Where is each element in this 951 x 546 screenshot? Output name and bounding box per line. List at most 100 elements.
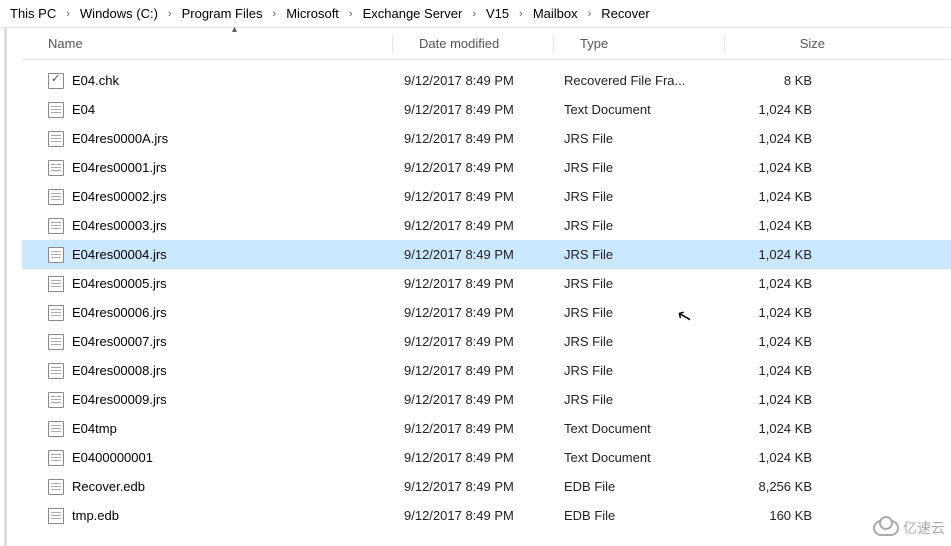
file-name-cell[interactable]: E04res00009.jrs bbox=[22, 392, 392, 408]
file-date-cell: 9/12/2017 8:49 PM bbox=[392, 189, 552, 204]
file-listing: ▴ Name Date modified Type Size E04.chk 9/… bbox=[22, 28, 951, 546]
breadcrumb-item[interactable]: Program Files bbox=[178, 4, 267, 23]
file-name-cell[interactable]: E04 bbox=[22, 102, 392, 118]
file-size-cell: 1,024 KB bbox=[722, 247, 832, 262]
breadcrumb-item[interactable]: Windows (C:) bbox=[76, 4, 162, 23]
file-name-label: E04res00009.jrs bbox=[72, 392, 167, 407]
watermark-text: 亿速云 bbox=[903, 518, 945, 538]
file-name-cell[interactable]: Recover.edb bbox=[22, 479, 392, 495]
file-type-cell: JRS File bbox=[552, 276, 722, 291]
file-size-cell: 1,024 KB bbox=[722, 363, 832, 378]
column-header-size[interactable]: Size bbox=[725, 36, 835, 51]
file-name-label: E04tmp bbox=[72, 421, 117, 436]
document-file-icon bbox=[48, 421, 64, 437]
file-type-cell: JRS File bbox=[552, 305, 722, 320]
file-row[interactable]: E04res00006.jrs 9/12/2017 8:49 PMJRS File… bbox=[22, 298, 951, 327]
column-header-name[interactable]: Name bbox=[22, 36, 392, 51]
file-size-cell: 1,024 KB bbox=[722, 102, 832, 117]
file-name-label: E04res00006.jrs bbox=[72, 305, 167, 320]
breadcrumb-item[interactable]: V15 bbox=[482, 4, 513, 23]
file-row[interactable]: E04res00002.jrs 9/12/2017 8:49 PMJRS File… bbox=[22, 182, 951, 211]
breadcrumb-item[interactable]: Microsoft bbox=[282, 4, 343, 23]
file-date-cell: 9/12/2017 8:49 PM bbox=[392, 450, 552, 465]
file-name-cell[interactable]: E04res00008.jrs bbox=[22, 363, 392, 379]
file-size-cell: 1,024 KB bbox=[722, 334, 832, 349]
file-name-label: E04res0000A.jrs bbox=[72, 131, 168, 146]
chevron-right-icon: › bbox=[343, 8, 359, 20]
file-name-cell[interactable]: E04res00001.jrs bbox=[22, 160, 392, 176]
column-header-row: ▴ Name Date modified Type Size bbox=[22, 28, 951, 60]
file-name-cell[interactable]: E0400000001 bbox=[22, 450, 392, 466]
chk-file-icon bbox=[48, 73, 64, 89]
file-date-cell: 9/12/2017 8:49 PM bbox=[392, 305, 552, 320]
file-row[interactable]: E04.chk9/12/2017 8:49 PMRecovered File F… bbox=[22, 66, 951, 95]
file-row[interactable]: E04tmp9/12/2017 8:49 PMText Document1,02… bbox=[22, 414, 951, 443]
file-row[interactable]: E04res00003.jrs9/12/2017 8:49 PMJRS File… bbox=[22, 211, 951, 240]
column-header-date[interactable]: Date modified bbox=[393, 36, 553, 51]
file-row[interactable]: E04res0000A.jrs 9/12/2017 8:49 PMJRS File… bbox=[22, 124, 951, 153]
file-row[interactable]: E049/12/2017 8:49 PMText Document1,024 K… bbox=[22, 95, 951, 124]
file-date-cell: 9/12/2017 8:49 PM bbox=[392, 131, 552, 146]
file-name-cell[interactable]: E04res0000A.jrs bbox=[22, 131, 392, 147]
file-name-cell[interactable]: E04res00002.jrs bbox=[22, 189, 392, 205]
file-date-cell: 9/12/2017 8:49 PM bbox=[392, 421, 552, 436]
file-row[interactable]: E04res00008.jrs9/12/2017 8:49 PMJRS File… bbox=[22, 356, 951, 385]
file-row[interactable]: E04res00009.jrs 9/12/2017 8:49 PMJRS File… bbox=[22, 385, 951, 414]
document-file-icon bbox=[48, 247, 64, 263]
file-name-cell[interactable]: E04res00003.jrs bbox=[22, 218, 392, 234]
file-row[interactable]: E04000000019/12/2017 8:49 PMText Documen… bbox=[22, 443, 951, 472]
breadcrumb-item[interactable]: Recover bbox=[597, 4, 653, 23]
scrollbar-gutter[interactable] bbox=[0, 28, 22, 546]
file-type-cell: JRS File bbox=[552, 334, 722, 349]
file-name-cell[interactable]: E04.chk bbox=[22, 73, 392, 89]
file-name-cell[interactable]: tmp.edb bbox=[22, 508, 392, 524]
document-file-icon bbox=[48, 189, 64, 205]
file-date-cell: 9/12/2017 8:49 PM bbox=[392, 363, 552, 378]
file-name-label: E04res00002.jrs bbox=[72, 189, 167, 204]
file-row[interactable]: Recover.edb9/12/2017 8:49 PMEDB File8,25… bbox=[22, 472, 951, 501]
file-name-cell[interactable]: E04res00006.jrs bbox=[22, 305, 392, 321]
file-type-cell: JRS File bbox=[552, 392, 722, 407]
file-row[interactable]: E04res00007.jrs9/12/2017 8:49 PMJRS File… bbox=[22, 327, 951, 356]
file-size-cell: 1,024 KB bbox=[722, 450, 832, 465]
file-row[interactable]: E04res00005.jrs9/12/2017 8:49 PMJRS File… bbox=[22, 269, 951, 298]
scrollbar-track[interactable] bbox=[4, 28, 7, 546]
breadcrumb-item[interactable]: Mailbox bbox=[529, 4, 582, 23]
breadcrumb-item[interactable]: This PC bbox=[6, 4, 60, 23]
file-type-cell: JRS File bbox=[552, 189, 722, 204]
document-file-icon bbox=[48, 334, 64, 350]
file-date-cell: 9/12/2017 8:49 PM bbox=[392, 392, 552, 407]
file-name-cell[interactable]: E04res00007.jrs bbox=[22, 334, 392, 350]
breadcrumb[interactable]: This PC›Windows (C:)›Program Files›Micro… bbox=[0, 0, 951, 28]
chevron-right-icon: › bbox=[60, 8, 76, 20]
cloud-icon bbox=[873, 520, 899, 536]
file-type-cell: Text Document bbox=[552, 450, 722, 465]
file-size-cell: 1,024 KB bbox=[722, 160, 832, 175]
file-name-label: E04.chk bbox=[72, 73, 119, 88]
file-row[interactable]: E04res00001.jrs9/12/2017 8:49 PMJRS File… bbox=[22, 153, 951, 182]
file-name-label: E04res00001.jrs bbox=[72, 160, 167, 175]
sort-indicator-icon: ▴ bbox=[232, 24, 237, 35]
file-type-cell: EDB File bbox=[552, 508, 722, 523]
file-date-cell: 9/12/2017 8:49 PM bbox=[392, 73, 552, 88]
file-name-cell[interactable]: E04tmp bbox=[22, 421, 392, 437]
watermark: 亿速云 bbox=[873, 518, 945, 538]
file-row[interactable]: tmp.edb9/12/2017 8:49 PMEDB File160 KB bbox=[22, 501, 951, 530]
file-name-cell[interactable]: E04res00004.jrs bbox=[22, 247, 392, 263]
document-file-icon bbox=[48, 508, 64, 524]
file-name-label: E04res00003.jrs bbox=[72, 218, 167, 233]
file-name-cell[interactable]: E04res00005.jrs bbox=[22, 276, 392, 292]
document-file-icon bbox=[48, 160, 64, 176]
breadcrumb-item[interactable]: Exchange Server bbox=[359, 4, 467, 23]
file-size-cell: 1,024 KB bbox=[722, 392, 832, 407]
file-date-cell: 9/12/2017 8:49 PM bbox=[392, 334, 552, 349]
file-name-label: E04res00004.jrs bbox=[72, 247, 167, 262]
file-type-cell: JRS File bbox=[552, 160, 722, 175]
file-row[interactable]: E04res00004.jrs9/12/2017 8:49 PMJRS File… bbox=[22, 240, 951, 269]
chevron-right-icon: › bbox=[513, 8, 529, 20]
file-date-cell: 9/12/2017 8:49 PM bbox=[392, 102, 552, 117]
chevron-right-icon: › bbox=[162, 8, 178, 20]
file-date-cell: 9/12/2017 8:49 PM bbox=[392, 247, 552, 262]
file-type-cell: JRS File bbox=[552, 131, 722, 146]
column-header-type[interactable]: Type bbox=[554, 36, 724, 51]
